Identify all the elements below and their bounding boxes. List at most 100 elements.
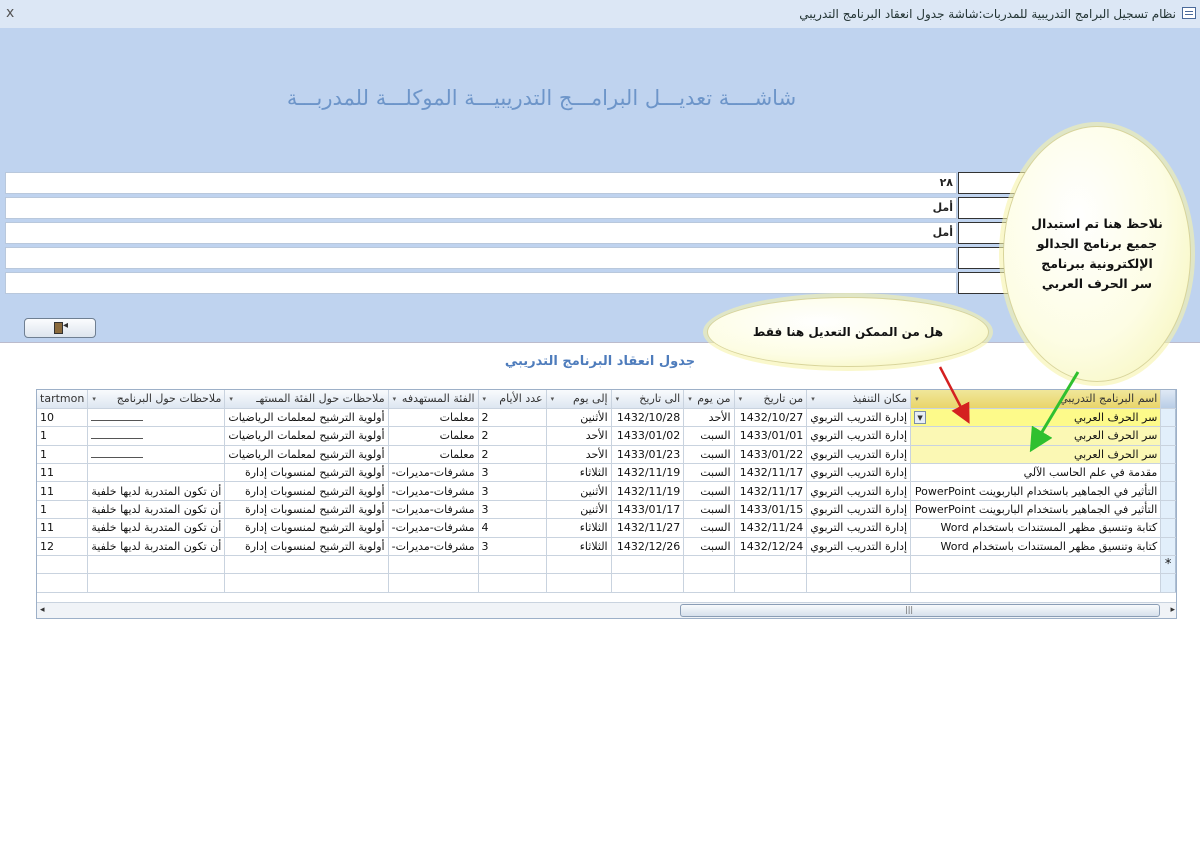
cell-startmon[interactable]: 11 <box>37 481 89 501</box>
cell-group-notes[interactable]: أولوية الترشيح لمنسوبات إدارة <box>224 481 389 501</box>
record-selector-icon[interactable] <box>1160 463 1176 483</box>
column-header-from-day[interactable]: من يوم ▾ <box>683 390 735 409</box>
column-header-target-group[interactable]: الفئة المستهدفه ▾ <box>388 390 479 409</box>
cell-startmon[interactable]: 1 <box>37 445 89 465</box>
cell-from-day[interactable]: السبت <box>683 426 735 446</box>
column-header-to-day[interactable]: إلى يوم ▾ <box>546 390 612 409</box>
cell-from-day[interactable]: السبت <box>683 445 735 465</box>
cell-program-notes[interactable]: أن تكون المتدربة لديها خلفية <box>87 500 226 520</box>
cell-to-day[interactable]: الأحد <box>546 426 612 446</box>
record-selector-icon[interactable] <box>1160 408 1176 428</box>
cell-target-group[interactable] <box>388 555 479 575</box>
cell-from-date[interactable]: 1433/01/22 <box>734 445 808 465</box>
cell-group-notes[interactable]: أولوية الترشيح لمنسوبات إدارة <box>224 463 389 483</box>
cell-days-count[interactable]: 3 <box>478 500 547 520</box>
cell-program-notes[interactable] <box>87 426 226 446</box>
cell-target-group[interactable]: معلمات <box>388 445 479 465</box>
cell-days-count[interactable]: 2 <box>478 426 547 446</box>
cell-program-name[interactable]: التأثير في الجماهير باستخدام الباربوينت … <box>910 481 1162 501</box>
cell-startmon[interactable] <box>37 555 89 575</box>
cell-from-day[interactable]: الأحد <box>683 408 735 428</box>
cell-startmon[interactable]: 10 <box>37 408 89 428</box>
record-selector-icon[interactable] <box>1160 518 1176 538</box>
table-row[interactable]: سر الحرف العربي إدارة التدريب التربوي 14… <box>37 445 1176 465</box>
cell-days-count[interactable]: 3 <box>478 481 547 501</box>
cell-group-notes[interactable]: أولوية الترشيح لمنسوبات إدارة <box>224 500 389 520</box>
record-selector-icon[interactable] <box>1160 500 1176 520</box>
horizontal-scrollbar[interactable]: ◂ ▸ <box>37 602 1176 618</box>
trainer-field-row-4[interactable] <box>5 247 957 269</box>
cell-program-notes[interactable]: أن تكون المتدربة لديها خلفية <box>87 518 226 538</box>
cell-to-date[interactable]: 1433/01/02 <box>611 426 685 446</box>
trainer-field-row-3[interactable]: أمل <box>5 222 957 244</box>
cell-startmon[interactable]: 1 <box>37 426 89 446</box>
table-row[interactable]: سر الحرف العربي إدارة التدريب التربوي 14… <box>37 426 1176 446</box>
cell-location[interactable]: إدارة التدريب التربوي <box>806 445 912 465</box>
column-header-from-date[interactable]: من تاريخ ▾ <box>734 390 808 409</box>
cell-group-notes[interactable]: أولوية الترشيح لمنسوبات إدارة <box>224 518 389 538</box>
cell-to-day[interactable]: الثلاثاء <box>546 537 612 557</box>
table-row[interactable]: مقدمة في علم الحاسب الآلي إدارة التدريب … <box>37 463 1176 483</box>
cell-program-name[interactable]: كتابة وتنسيق مظهر المستندات باستخدام Wor… <box>910 537 1162 557</box>
cell-days-count[interactable]: 4 <box>478 518 547 538</box>
scrollbar-thumb[interactable] <box>680 604 1160 617</box>
cell-program-name[interactable] <box>910 555 1162 575</box>
cell-to-day[interactable]: الأثنين <box>546 500 612 520</box>
scroll-left-icon[interactable]: ◂ <box>40 605 45 615</box>
cell-to-day[interactable]: الأحد <box>546 445 612 465</box>
cell-days-count[interactable]: 2 <box>478 408 547 428</box>
cell-location[interactable]: إدارة التدريب التربوي <box>806 481 912 501</box>
new-record-row[interactable]: * <box>37 555 1176 575</box>
close-icon[interactable]: x <box>6 5 14 21</box>
table-row[interactable]: كتابة وتنسيق مظهر المستندات باستخدام Wor… <box>37 537 1176 557</box>
cell-to-date[interactable] <box>611 555 685 575</box>
select-all-corner[interactable] <box>1160 390 1176 409</box>
cell-from-date[interactable] <box>734 555 808 575</box>
cell-program-notes[interactable] <box>87 555 226 575</box>
cell-location[interactable]: إدارة التدريب التربوي <box>806 500 912 520</box>
cell-startmon[interactable]: 11 <box>37 518 89 538</box>
cell-from-day[interactable]: السبت <box>683 463 735 483</box>
table-row[interactable]: سر الحرف العربي ▼ إدارة التدريب التربوي 1… <box>37 408 1176 428</box>
cell-to-day[interactable]: الثلاثاء <box>546 463 612 483</box>
cell-from-day[interactable]: السبت <box>683 481 735 501</box>
cell-from-date[interactable]: 1432/11/24 <box>734 518 808 538</box>
cell-to-day[interactable]: الثلاثاء <box>546 518 612 538</box>
cell-group-notes[interactable]: أولوية الترشيح لمعلمات الرياضيات <box>224 445 389 465</box>
cell-target-group[interactable]: مشرفات-مديرات- <box>388 500 479 520</box>
cell-program-notes[interactable]: أن تكون المتدربة لديها خلفية <box>87 537 226 557</box>
cell-location[interactable] <box>806 555 912 575</box>
cell-to-date[interactable]: 1432/11/27 <box>611 518 685 538</box>
cell-startmon[interactable]: 1 <box>37 500 89 520</box>
cell-program-name[interactable]: سر الحرف العربي <box>910 445 1162 465</box>
cell-to-day[interactable]: الأثنين <box>546 481 612 501</box>
trainer-field-row-1[interactable]: ٢٨ <box>5 172 957 194</box>
column-header-location[interactable]: مكان التنفيذ ▾ <box>806 390 912 409</box>
cell-location[interactable]: إدارة التدريب التربوي <box>806 426 912 446</box>
cell-days-count[interactable]: 3 <box>478 463 547 483</box>
table-row[interactable]: التأثير في الجماهير باستخدام الباربوينت … <box>37 500 1176 520</box>
cell-program-name[interactable]: التأثير في الجماهير باستخدام الباربوينت … <box>910 500 1162 520</box>
cell-to-date[interactable]: 1432/10/28 <box>611 408 685 428</box>
record-selector-icon[interactable] <box>1160 537 1176 557</box>
trainer-field-row-2[interactable]: أمل <box>5 197 957 219</box>
cell-from-date[interactable]: 1432/11/17 <box>734 463 808 483</box>
cell-target-group[interactable]: معلمات <box>388 408 479 428</box>
cell-from-day[interactable] <box>683 555 735 575</box>
cell-location[interactable]: إدارة التدريب التربوي <box>806 518 912 538</box>
cell-target-group[interactable]: مشرفات-مديرات- <box>388 481 479 501</box>
cell-from-day[interactable]: السبت <box>683 500 735 520</box>
cell-target-group[interactable]: مشرفات-مديرات- <box>388 537 479 557</box>
table-row[interactable]: كتابة وتنسيق مظهر المستندات باستخدام Wor… <box>37 518 1176 538</box>
cell-program-name[interactable]: سر الحرف العربي <box>910 426 1162 446</box>
column-header-days-count[interactable]: عدد الأيام ▾ <box>478 390 547 409</box>
cell-from-date[interactable]: 1432/12/24 <box>734 537 808 557</box>
record-selector-icon[interactable] <box>1160 426 1176 446</box>
cell-program-notes[interactable] <box>87 463 226 483</box>
cell-from-day[interactable]: السبت <box>683 518 735 538</box>
column-header-to-date[interactable]: الى تاريخ ▾ <box>611 390 685 409</box>
cell-location[interactable]: إدارة التدريب التربوي <box>806 537 912 557</box>
cell-startmon[interactable]: 12 <box>37 537 89 557</box>
cell-program-notes[interactable]: أن تكون المتدربة لديها خلفية <box>87 481 226 501</box>
cell-target-group[interactable]: مشرفات-مديرات- <box>388 518 479 538</box>
